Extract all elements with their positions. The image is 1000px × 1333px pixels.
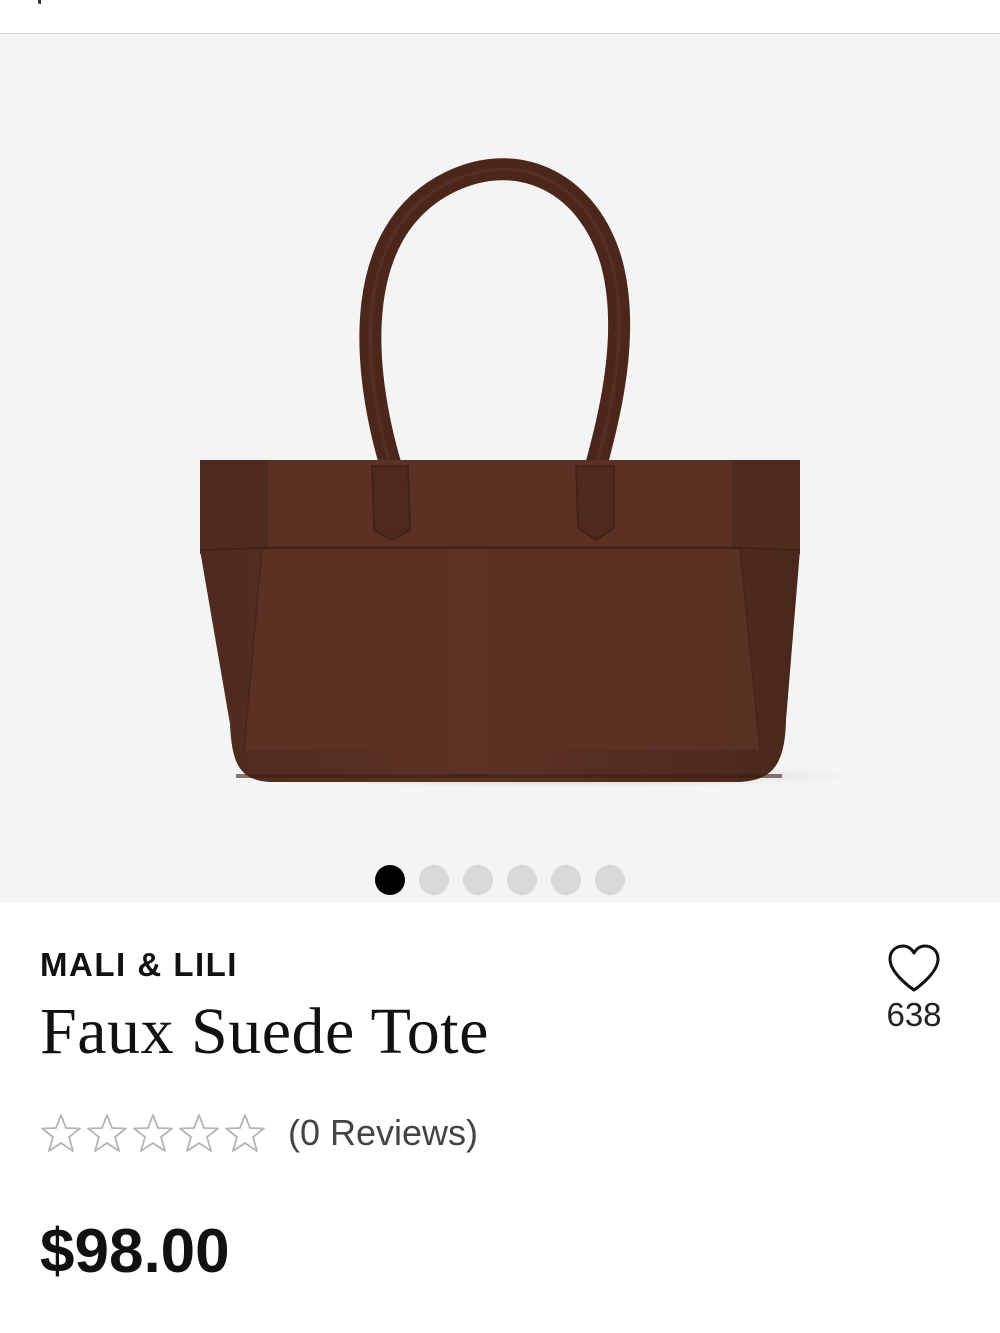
rating-row[interactable]: (0 Reviews) xyxy=(40,1108,478,1158)
star-outline-icon xyxy=(41,1114,81,1152)
gallery-dot-1[interactable] xyxy=(375,865,405,895)
gallery-dot-5[interactable] xyxy=(551,865,581,895)
product-price: $98.00 xyxy=(40,1217,230,1286)
brand-name[interactable]: MALI & LILI xyxy=(40,946,238,984)
product-details: MALI & LILI Faux Suede Tote 638 (0 Revie… xyxy=(0,902,1000,1333)
heart-outline-icon[interactable] xyxy=(886,942,942,994)
top-bar xyxy=(0,0,1000,34)
gallery-dot-6[interactable] xyxy=(595,865,625,895)
product-title: Faux Suede Tote xyxy=(40,995,489,1068)
star-outline-icon xyxy=(225,1114,265,1152)
clipped-header-glyph xyxy=(38,0,49,4)
reviews-link[interactable]: (0 Reviews) xyxy=(288,1112,478,1154)
star-outline-icon xyxy=(179,1114,219,1152)
star-outline-icon xyxy=(87,1114,127,1152)
star-rating xyxy=(40,1112,266,1154)
gallery-dot-3[interactable] xyxy=(463,865,493,895)
product-image[interactable] xyxy=(0,34,1000,902)
gallery-dot-2[interactable] xyxy=(419,865,449,895)
gallery-pagination xyxy=(0,864,1000,896)
product-gallery[interactable] xyxy=(0,34,1000,902)
favorite-count: 638 xyxy=(886,996,942,1033)
star-outline-icon xyxy=(133,1114,173,1152)
gallery-dot-4[interactable] xyxy=(507,865,537,895)
favorite-button[interactable]: 638 xyxy=(870,942,958,1034)
